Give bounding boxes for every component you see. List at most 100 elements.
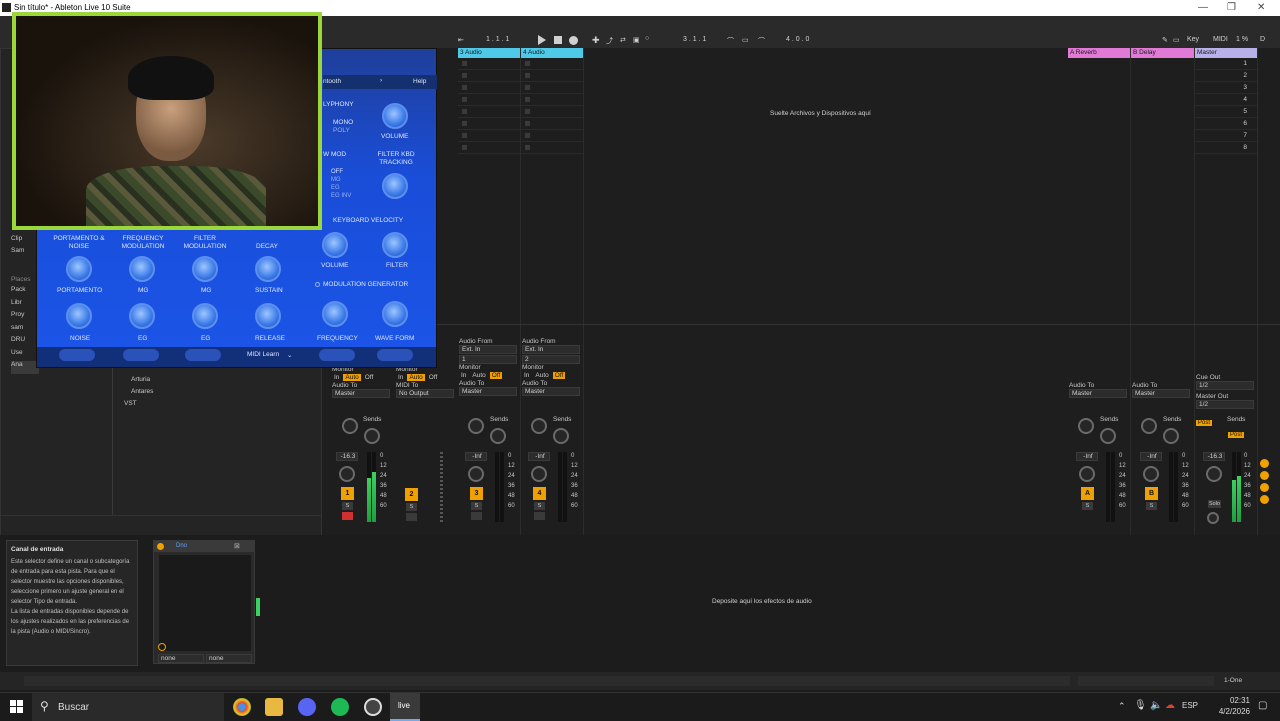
audio-from-select[interactable]: Ext. In (522, 345, 580, 354)
clip-slot[interactable] (521, 118, 583, 130)
windows-start-icon[interactable] (10, 700, 23, 713)
shape-switch-4[interactable] (319, 349, 355, 361)
clip-slot[interactable] (521, 94, 583, 106)
re-enable-automation-icon[interactable]: ⇄ (620, 36, 626, 44)
place-samples[interactable]: sam (11, 324, 39, 337)
w-mod-eg[interactable]: EG (331, 184, 351, 192)
input-channel-select[interactable]: 1 (459, 355, 517, 364)
spotify-icon[interactable] (331, 698, 349, 716)
velocity-volume-knob[interactable] (322, 232, 348, 258)
device-close-icon[interactable]: ⊠ (234, 542, 240, 550)
key-map-button[interactable]: Key (1187, 36, 1199, 43)
freq-mod-eg-knob[interactable] (129, 303, 155, 329)
pan-knob[interactable] (468, 466, 484, 482)
monitor-auto[interactable]: Auto (407, 374, 425, 381)
device-activator-icon[interactable] (157, 543, 164, 550)
track-activator[interactable]: 2 (405, 488, 418, 501)
chrome-icon[interactable] (233, 698, 251, 716)
clip-slot[interactable] (521, 70, 583, 82)
automation-arm-icon[interactable]: ⤴ (606, 36, 613, 46)
clock-time[interactable]: 02:31 (1216, 696, 1250, 705)
send-b-knob[interactable] (553, 428, 569, 444)
punch-out-icon[interactable]: ⌒ (758, 36, 765, 46)
clip-slot[interactable] (458, 142, 520, 154)
mono-option[interactable]: MONO (333, 119, 353, 126)
track-activator[interactable]: 4 (533, 487, 546, 500)
loop-switch-icon[interactable]: ▭ (742, 36, 749, 44)
post-button[interactable]: Post (1196, 420, 1213, 426)
tray-chevron-icon[interactable]: ⌃ (1118, 701, 1126, 712)
draw-mode-icon[interactable]: ✎ (1162, 36, 1168, 44)
send-a-knob[interactable] (1141, 418, 1157, 434)
obs-icon[interactable] (364, 698, 382, 716)
noise-knob[interactable] (66, 303, 92, 329)
return-b-header[interactable]: B Delay (1131, 48, 1194, 58)
track-activator[interactable]: 3 (470, 487, 483, 500)
track-volume[interactable]: -16.3 (336, 452, 358, 461)
solo-button[interactable]: S (471, 502, 482, 510)
track-volume[interactable]: -Inf (1140, 452, 1162, 461)
master-volume[interactable]: -16.3 (1203, 452, 1225, 461)
clip-slot[interactable] (458, 106, 520, 118)
monitor-in[interactable]: In (522, 372, 531, 379)
scene-launch[interactable]: 2 (1195, 70, 1257, 82)
tree-item-antares[interactable]: Antares (131, 388, 153, 395)
post-button[interactable]: Post (1228, 432, 1245, 438)
send-b-knob[interactable] (1100, 428, 1116, 444)
audio-to-select[interactable]: Master (332, 389, 390, 398)
filter-mod-eg-knob[interactable] (192, 303, 218, 329)
clip-slot[interactable] (521, 58, 583, 70)
mixer-toggle[interactable] (1260, 495, 1269, 504)
stop-icon[interactable] (554, 36, 562, 44)
place-packs[interactable]: Pack (11, 286, 39, 299)
pan-knob[interactable] (531, 466, 547, 482)
track-volume[interactable]: -Inf (528, 452, 550, 461)
monitor-auto[interactable]: Auto (533, 372, 550, 379)
monitor-auto[interactable]: Auto (343, 374, 361, 381)
device-input-select[interactable]: none (158, 654, 204, 663)
solo-button[interactable]: S (342, 502, 353, 510)
loop-length[interactable]: 4 . 0 . 0 (786, 36, 809, 43)
place-project[interactable]: Proy (11, 311, 39, 324)
send-a-knob[interactable] (342, 418, 358, 434)
microphone-icon[interactable]: 🎙 (1134, 700, 1147, 711)
capture-midi-icon[interactable]: ▣ (633, 36, 640, 44)
browser-item-clips[interactable]: Clip (11, 235, 39, 247)
monitor-off[interactable]: Off (427, 374, 440, 381)
master-header[interactable]: Master (1195, 48, 1257, 58)
freq-mod-mg-knob[interactable] (129, 256, 155, 282)
release-knob[interactable] (255, 303, 281, 329)
ableton-taskbar-button[interactable]: live (390, 693, 420, 721)
monitor-in[interactable]: In (332, 374, 341, 381)
effects-drop-zone[interactable]: Deposite aquí los efectos de audio (262, 540, 1280, 666)
return-activator[interactable]: A (1081, 487, 1094, 500)
volume-knob[interactable] (382, 103, 408, 129)
monitor-in[interactable]: In (459, 372, 468, 379)
solo-button[interactable]: S (1082, 502, 1093, 510)
audio-to-select[interactable]: Master (1069, 389, 1127, 398)
monitor-off[interactable]: Off (363, 374, 376, 381)
pan-knob[interactable] (339, 466, 355, 482)
clip-slot[interactable] (521, 82, 583, 94)
file-explorer-icon[interactable] (265, 698, 283, 716)
clip-slot[interactable] (458, 70, 520, 82)
midi-to-select[interactable]: No Output (396, 389, 454, 398)
solo-button[interactable]: S (1146, 502, 1157, 510)
clip-slot[interactable] (458, 82, 520, 94)
follow-arrow-icon[interactable]: ⇤ (458, 36, 464, 44)
w-mod-mg[interactable]: MG (331, 176, 351, 184)
master-out-select[interactable]: 1/2 (1196, 400, 1254, 409)
send-b-knob[interactable] (364, 428, 380, 444)
returns-toggle[interactable] (1260, 483, 1269, 492)
poly-option[interactable]: POLY (333, 127, 350, 134)
send-a-knob[interactable] (468, 418, 484, 434)
return-activator[interactable]: B (1145, 487, 1158, 500)
track-4-header[interactable]: 4 Audio (521, 48, 583, 58)
help-menu[interactable]: Help (413, 78, 426, 85)
browser-item-samples[interactable]: Sam (11, 247, 39, 259)
audio-to-select[interactable]: Master (522, 387, 580, 396)
loop-start-position[interactable]: 3 . 1 . 1 (683, 36, 706, 43)
portamento-knob[interactable] (66, 256, 92, 282)
track-volume[interactable]: -Inf (465, 452, 487, 461)
pan-knob[interactable] (1143, 466, 1159, 482)
